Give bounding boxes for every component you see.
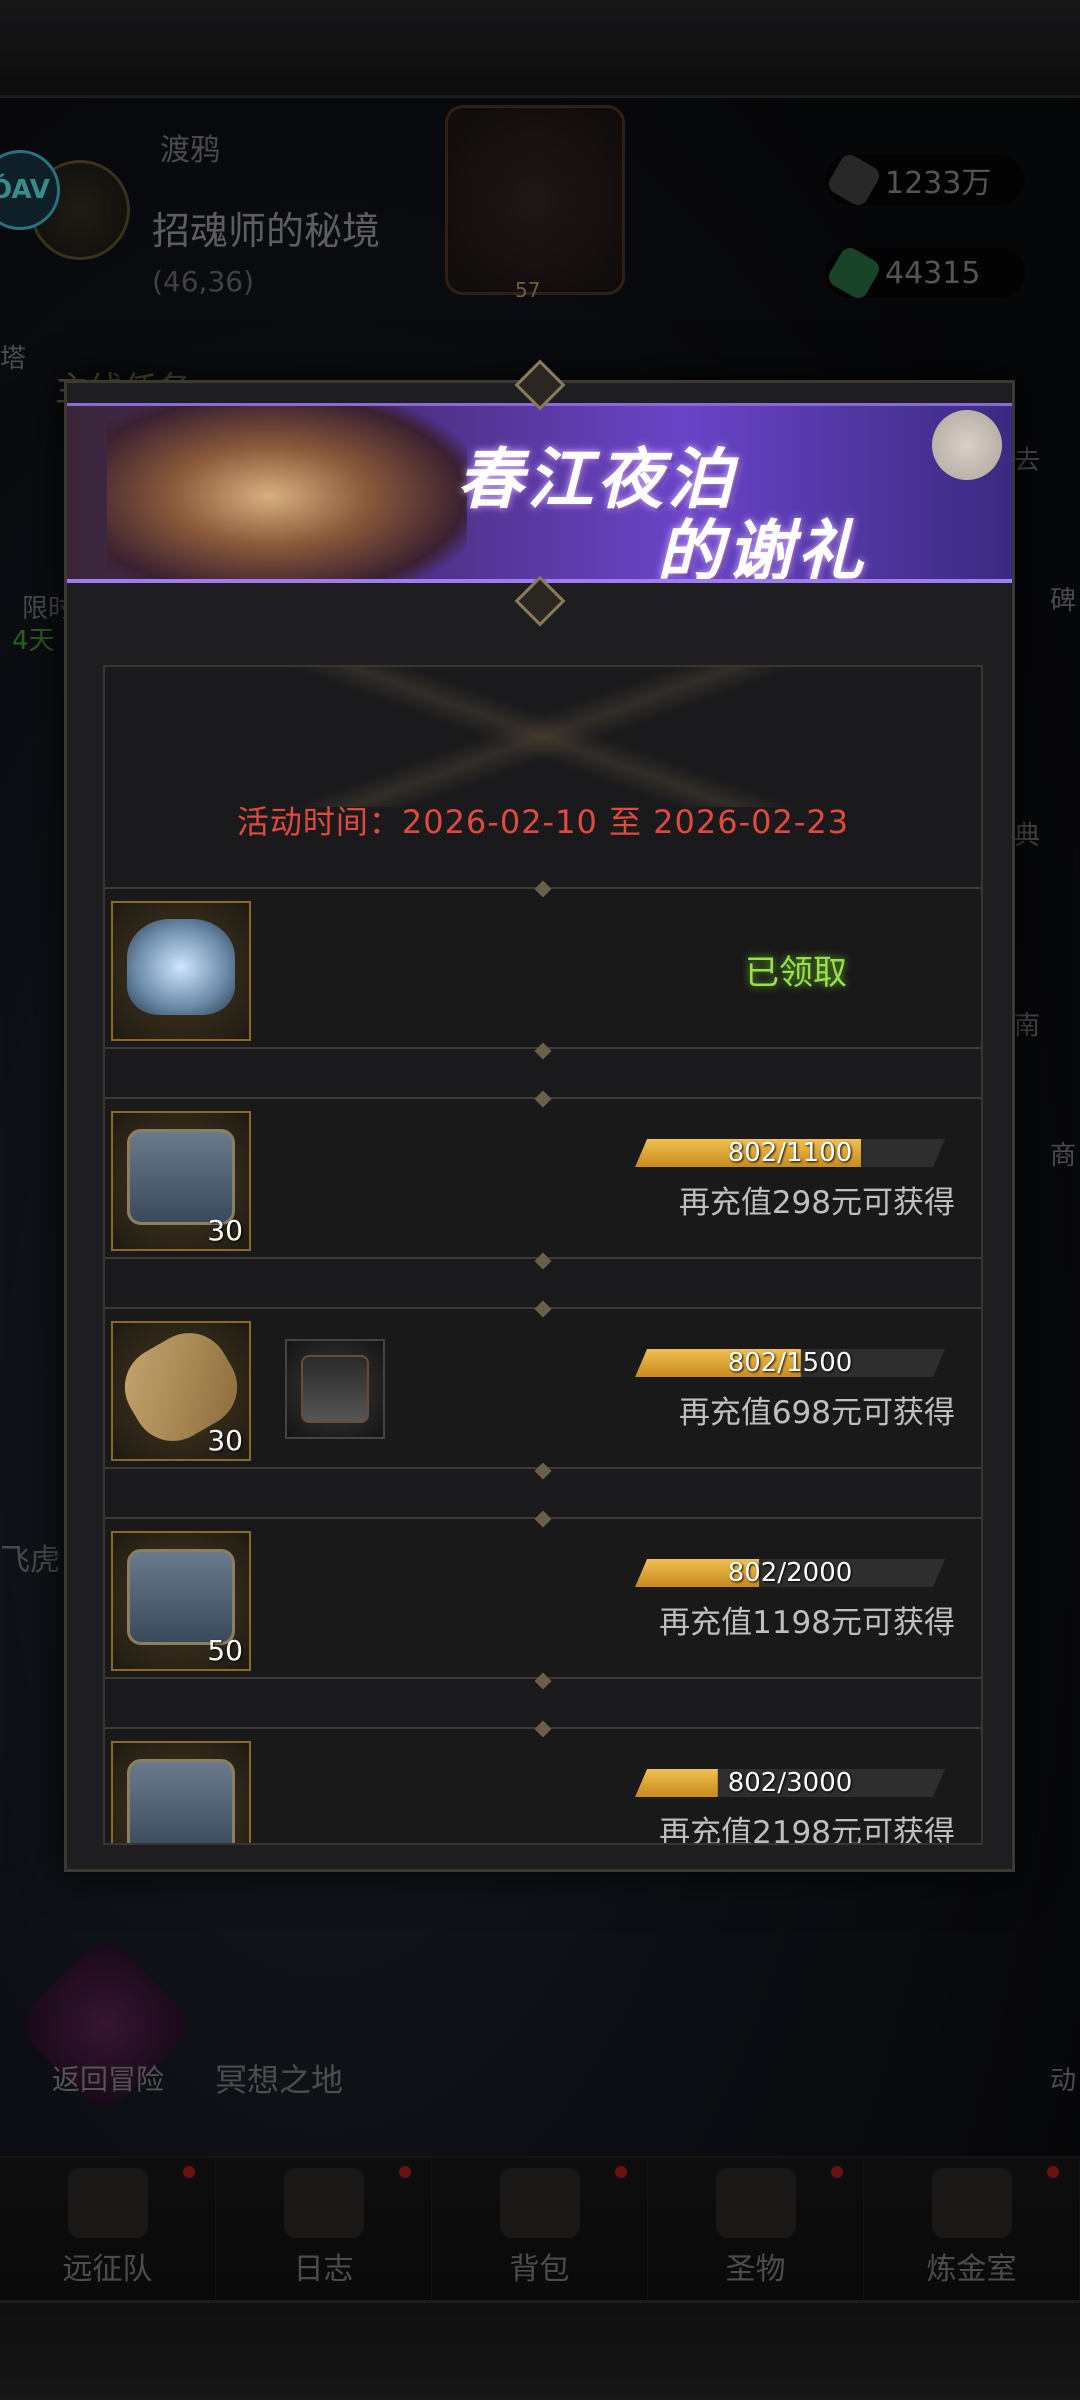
recharge-progress-bar: 802/3000 (635, 1769, 945, 1797)
progress-text: 802/2000 (727, 1558, 853, 1588)
event-banner: 春江夜泊 的谢礼 (67, 403, 1012, 583)
row-body: 50 802/2000 再充值1198元可获得 (105, 1510, 981, 1690)
row-body: 802/3000 再充值2198元可获得 (105, 1720, 981, 1845)
item-count: 30 (207, 1424, 243, 1457)
progress-text: 802/1100 (727, 1138, 853, 1168)
reward-row: 802/3000 再充值2198元可获得 (105, 1720, 981, 1845)
reward-item-secondary[interactable] (285, 1339, 385, 1439)
reward-item[interactable]: 50 (111, 1531, 251, 1671)
progress-text: 802/1500 (727, 1348, 853, 1378)
chest-icon (127, 1549, 235, 1645)
recharge-requirement: 再充值1198元可获得 (659, 1605, 955, 1641)
recharge-progress-bar: 802/2000 (635, 1559, 945, 1587)
event-modal: 春江夜泊 的谢礼 活动时间：2026-02-10 至 2026-02-23 已领… (64, 359, 1015, 1872)
divider-ornament (534, 1252, 552, 1270)
reward-row: 50 802/2000 再充值1198元可获得 (105, 1510, 981, 1727)
panel-decoration (105, 667, 981, 807)
event-time: 活动时间：2026-02-10 至 2026-02-23 (236, 803, 850, 841)
chest-icon (127, 1759, 235, 1843)
moon-icon (932, 410, 1002, 480)
reward-row: 已领取 (105, 880, 981, 1097)
recharge-requirement: 再充值698元可获得 (678, 1395, 955, 1431)
potion-icon (127, 919, 235, 1015)
recharge-progress-bar: 802/1500 (635, 1349, 945, 1377)
recharge-requirement: 再充值298元可获得 (678, 1185, 955, 1221)
reward-item[interactable]: 30 (110, 1318, 252, 1461)
progress-text: 802/3000 (727, 1768, 853, 1798)
rewards-panel[interactable]: 活动时间：2026-02-10 至 2026-02-23 已领取 30 802/… (103, 665, 983, 1845)
reward-item[interactable] (111, 1741, 251, 1843)
locomotive-icon (301, 1355, 369, 1423)
divider-ornament (534, 1042, 552, 1060)
recharge-progress-bar: 802/1100 (635, 1139, 945, 1167)
row-body: 30 802/1100 再充值298元可获得 (105, 1090, 981, 1270)
item-count: 30 (207, 1214, 243, 1247)
item-count: 50 (207, 1634, 243, 1667)
divider-ornament (534, 1462, 552, 1480)
divider-ornament (534, 880, 552, 898)
claimed-status: 已领取 (745, 953, 847, 993)
reward-item[interactable] (111, 901, 251, 1041)
banner-character-art (107, 406, 467, 579)
recharge-requirement: 再充值2198元可获得 (659, 1815, 955, 1845)
ornament-bottom (514, 575, 566, 627)
reward-row: 30 802/1500 再充值698元可获得 (105, 1300, 981, 1517)
divider-ornament (534, 1672, 552, 1690)
reward-list[interactable]: 已领取 30 802/1100 再充值298元可获得 30 802/1500 再… (105, 880, 981, 1845)
reward-item[interactable]: 30 (111, 1111, 251, 1251)
reward-row: 30 802/1100 再充值298元可获得 (105, 1090, 981, 1307)
row-body: 30 802/1500 再充值698元可获得 (105, 1300, 981, 1480)
row-body: 已领取 (105, 880, 981, 1060)
banner-title-line2: 的谢礼 (657, 513, 867, 583)
chest-icon (127, 1129, 235, 1225)
